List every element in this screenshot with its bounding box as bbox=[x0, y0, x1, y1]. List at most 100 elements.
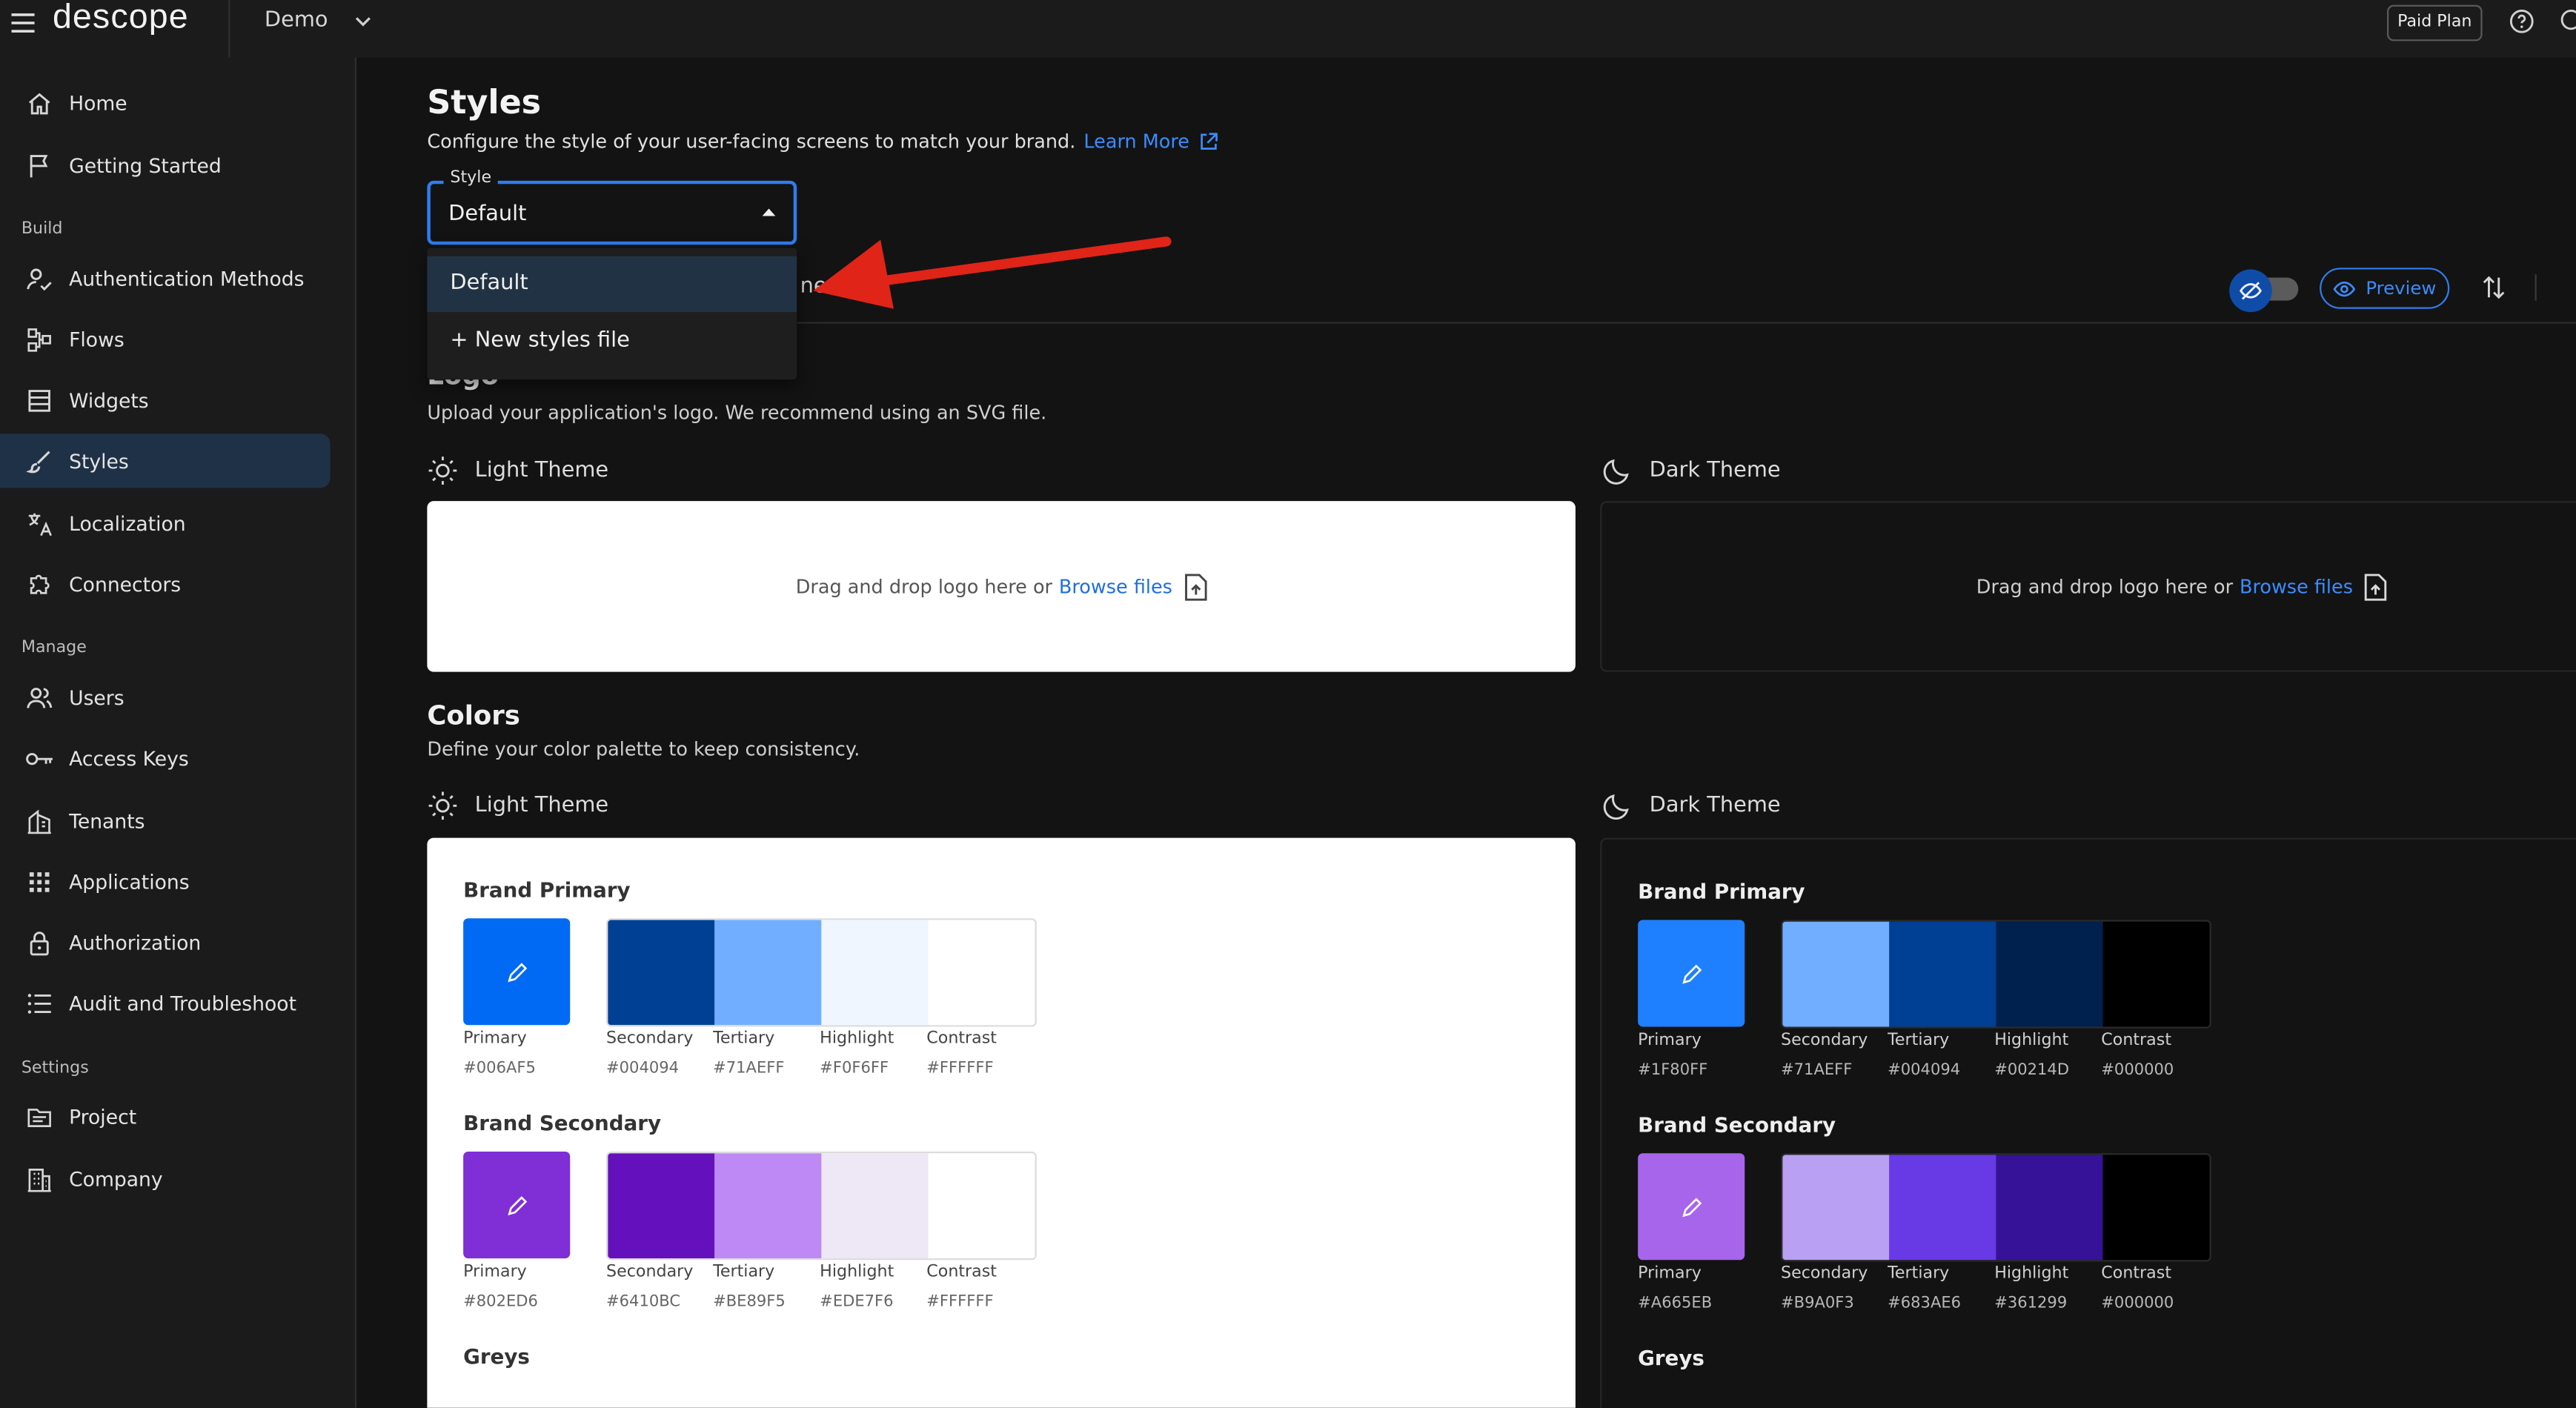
swatch-hex: #71AEFF bbox=[1781, 1061, 1853, 1080]
key-icon bbox=[24, 743, 54, 773]
dark-theme-label: Dark Theme bbox=[1649, 793, 1781, 818]
preview-button[interactable]: Preview bbox=[2320, 268, 2450, 309]
tertiary-swatch[interactable] bbox=[714, 920, 822, 1026]
swatch-hex: #361299 bbox=[1994, 1294, 2068, 1313]
sidebar-item-widgets[interactable]: Widgets bbox=[0, 373, 331, 427]
light-theme-label: Light Theme bbox=[474, 793, 609, 818]
sidebar-item-tenants[interactable]: Tenants bbox=[0, 794, 331, 848]
brand-primary-shades bbox=[605, 918, 1037, 1027]
sidebar-item-home[interactable]: Home bbox=[0, 76, 331, 130]
swatch-label: Contrast bbox=[926, 1263, 997, 1282]
annotation-arrow bbox=[800, 219, 1178, 317]
primary-swatch[interactable] bbox=[1638, 1153, 1745, 1261]
dropzone-text: Drag and drop logo here or bbox=[795, 574, 1053, 598]
highlight-swatch[interactable] bbox=[1996, 1155, 2103, 1261]
project-icon bbox=[24, 1101, 54, 1131]
contrast-toggle[interactable] bbox=[2229, 269, 2299, 313]
browse-files-link[interactable]: Browse files bbox=[1059, 575, 1172, 598]
sidebar-item-localization[interactable]: Localization bbox=[0, 496, 331, 550]
sidebar-item-access-keys[interactable]: Access Keys bbox=[0, 731, 331, 785]
tertiary-swatch[interactable] bbox=[1889, 921, 1996, 1027]
primary-swatch[interactable] bbox=[463, 918, 571, 1026]
dropdown-option-default[interactable]: Default bbox=[427, 256, 797, 313]
toolbar-divider bbox=[2534, 274, 2537, 301]
dropzone-text: Drag and drop logo here or bbox=[1976, 574, 2234, 598]
tertiary-swatch[interactable] bbox=[1889, 1155, 1996, 1261]
flow-icon bbox=[24, 325, 54, 354]
light-palette-card: Brand Primary Primary Secondary Tertiary… bbox=[427, 837, 1576, 1408]
translate-icon bbox=[24, 508, 54, 538]
sidebar-item-project[interactable]: Project bbox=[0, 1089, 331, 1143]
swatch-hex: #B9A0F3 bbox=[1781, 1294, 1854, 1313]
chevron-down-icon bbox=[353, 10, 373, 30]
sidebar-item-styles[interactable]: Styles bbox=[0, 434, 331, 488]
search-icon[interactable] bbox=[2560, 8, 2576, 34]
sidebar-item-applications[interactable]: Applications bbox=[0, 854, 331, 909]
sidebar-item-authentication-methods[interactable]: Authentication Methods bbox=[0, 251, 331, 305]
sidebar-item-label: Styles bbox=[69, 449, 129, 473]
sidebar-item-connectors[interactable]: Connectors bbox=[0, 557, 331, 611]
brand-secondary-title: Brand Secondary bbox=[1638, 1112, 1836, 1138]
swatch-hex: #00214D bbox=[1994, 1061, 2070, 1080]
dropdown-option-new-styles-file[interactable]: + New styles file bbox=[427, 313, 797, 369]
highlight-swatch[interactable] bbox=[821, 920, 929, 1026]
import-export-icon[interactable] bbox=[2480, 274, 2506, 300]
swatch-label: Highlight bbox=[820, 1029, 894, 1049]
swatch-hex: #FFFFFF bbox=[926, 1292, 994, 1312]
sidebar-item-flows[interactable]: Flows bbox=[0, 312, 331, 366]
descope-logo[interactable]: descope bbox=[53, 0, 189, 38]
user-check-icon bbox=[24, 264, 54, 293]
help-icon[interactable] bbox=[2509, 8, 2534, 34]
swatch-label: Secondary bbox=[605, 1029, 694, 1049]
apps-grid-icon bbox=[24, 866, 54, 896]
pencil-icon bbox=[505, 960, 528, 983]
paid-plan-badge[interactable]: Paid Plan bbox=[2387, 4, 2483, 41]
users-icon bbox=[24, 683, 54, 712]
logo-dropzone-light[interactable]: Drag and drop logo here or Browse files bbox=[427, 501, 1576, 672]
contrast-swatch[interactable] bbox=[2102, 921, 2210, 1027]
brand-primary-shades bbox=[1781, 920, 2211, 1029]
sidebar-item-getting-started[interactable]: Getting Started bbox=[0, 138, 331, 192]
lock-icon bbox=[24, 927, 54, 957]
primary-swatch[interactable] bbox=[1638, 920, 1745, 1027]
contrast-swatch[interactable] bbox=[928, 920, 1035, 1026]
eye-off-icon bbox=[2229, 269, 2272, 313]
swatch-hex: #6410BC bbox=[605, 1292, 681, 1312]
dark-theme-label: Dark Theme bbox=[1649, 458, 1781, 483]
swatch-label: Primary bbox=[463, 1263, 527, 1282]
sun-icon bbox=[427, 790, 458, 821]
caret-up-icon bbox=[760, 205, 777, 219]
project-selector[interactable]: Demo bbox=[265, 8, 373, 33]
secondary-swatch[interactable] bbox=[1782, 1155, 1890, 1261]
learn-more-link[interactable]: Learn More bbox=[1083, 130, 1189, 153]
browse-files-link[interactable]: Browse files bbox=[2240, 575, 2353, 598]
swatch-label: Contrast bbox=[2101, 1264, 2172, 1284]
secondary-swatch[interactable] bbox=[608, 920, 715, 1026]
sidebar-item-authorization[interactable]: Authorization bbox=[0, 915, 331, 969]
swatch-label: Tertiary bbox=[1888, 1032, 1950, 1050]
swatch-label: Tertiary bbox=[713, 1029, 775, 1049]
file-upload-icon bbox=[1184, 573, 1206, 601]
logo-dropzone-dark[interactable]: Drag and drop logo here or Browse files bbox=[1600, 501, 2576, 672]
hamburger-menu-icon[interactable] bbox=[10, 10, 36, 36]
contrast-swatch[interactable] bbox=[928, 1153, 1035, 1259]
swatch-label: Highlight bbox=[1994, 1264, 2069, 1284]
moon-icon bbox=[1601, 455, 1633, 486]
swatch-hex: #004094 bbox=[1888, 1061, 1961, 1080]
secondary-swatch[interactable] bbox=[608, 1153, 715, 1259]
external-link-icon[interactable] bbox=[1199, 131, 1219, 151]
sidebar-item-users[interactable]: Users bbox=[0, 670, 331, 724]
swatch-hex: #000000 bbox=[2101, 1061, 2174, 1080]
list-icon bbox=[24, 988, 54, 1017]
sidebar-item-company[interactable]: Company bbox=[0, 1152, 331, 1206]
pencil-icon bbox=[505, 1194, 528, 1217]
highlight-swatch[interactable] bbox=[821, 1153, 929, 1259]
highlight-swatch[interactable] bbox=[1996, 921, 2103, 1027]
secondary-swatch[interactable] bbox=[1782, 921, 1890, 1027]
sidebar-item-audit[interactable]: Audit and Troubleshoot bbox=[0, 976, 331, 1030]
contrast-swatch[interactable] bbox=[2102, 1155, 2210, 1261]
style-select[interactable]: Style Default bbox=[427, 169, 797, 245]
sidebar-item-label: Audit and Troubleshoot bbox=[69, 991, 297, 1015]
primary-swatch[interactable] bbox=[463, 1151, 571, 1259]
tertiary-swatch[interactable] bbox=[714, 1153, 822, 1259]
